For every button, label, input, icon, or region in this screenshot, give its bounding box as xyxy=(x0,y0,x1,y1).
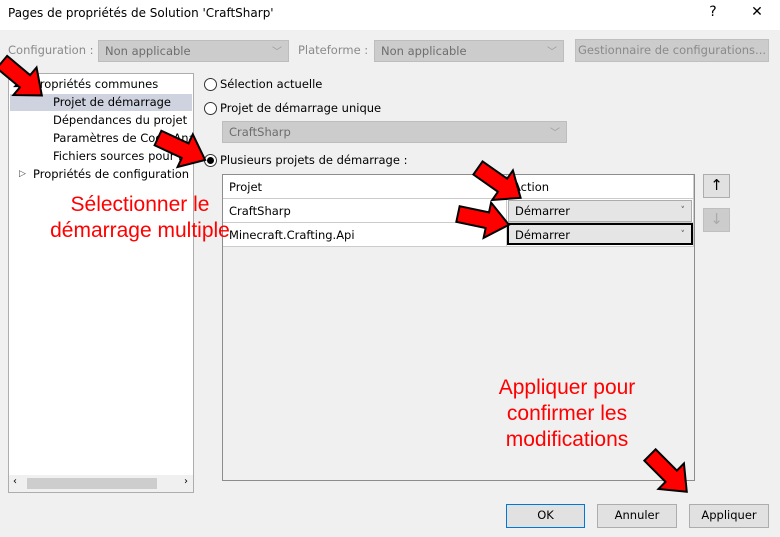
arrow-icon xyxy=(453,195,514,244)
arrow-icon xyxy=(149,120,214,178)
arrow-icon xyxy=(636,441,701,506)
arrow-icon xyxy=(0,47,55,111)
arrow-icon xyxy=(466,152,532,214)
annotation-arrows xyxy=(0,47,701,506)
